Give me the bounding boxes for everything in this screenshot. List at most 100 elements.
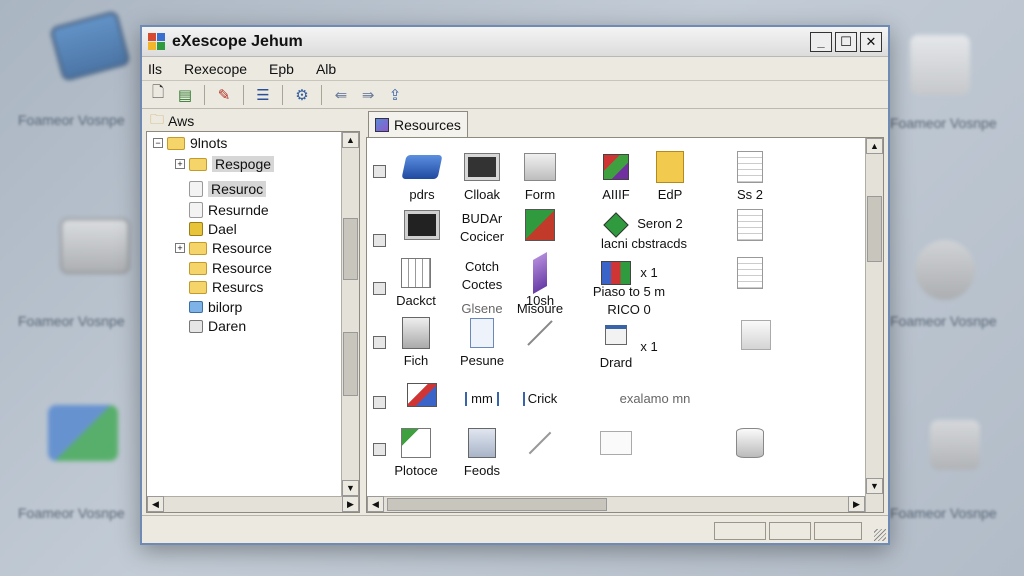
resource-tree[interactable]: − 9lnots + Respoge Resuroc Resurnde Dael…	[146, 131, 360, 513]
resource-label: Feods	[463, 463, 501, 478]
resource-item[interactable]: mm	[451, 388, 513, 406]
tree-pane-header: 🗀 Aws	[144, 111, 360, 131]
scroll-thumb[interactable]	[867, 196, 882, 262]
resource-item[interactable]: Fich	[385, 316, 447, 368]
resource-item[interactable]	[391, 378, 453, 412]
tools-icon[interactable]: ⚙	[290, 84, 314, 106]
tree-item[interactable]: + Respoge	[175, 156, 275, 172]
resource-item[interactable]	[585, 426, 647, 460]
scroll-up-button[interactable]: ▲	[866, 138, 883, 154]
tree-item[interactable]: + Resource	[175, 240, 272, 256]
status-pane	[769, 522, 811, 540]
scroll-right-button[interactable]: ▶	[342, 496, 359, 512]
tree-item[interactable]: Resuroc	[189, 181, 267, 197]
resource-item[interactable]	[719, 256, 781, 290]
resource-item[interactable]: Crick	[509, 388, 571, 406]
resource-item[interactable]: x 1	[629, 336, 669, 354]
resource-label: mm	[465, 392, 499, 406]
resource-item[interactable]: Feods	[451, 426, 513, 478]
resource-item[interactable]: AIIIF	[585, 150, 647, 202]
resource-item[interactable]: Cotch Coctes	[451, 256, 513, 292]
resource-item[interactable]: Plotoce	[385, 426, 447, 478]
scroll-down-button[interactable]: ▼	[342, 480, 359, 496]
resource-item[interactable]: x 1	[629, 262, 669, 280]
tree-item-root[interactable]: − 9lnots	[153, 135, 227, 151]
scroll-right-button[interactable]: ▶	[848, 496, 865, 512]
folder-up-icon: 🗀	[150, 111, 164, 127]
desktop-icon-cable[interactable]	[930, 420, 980, 470]
resource-item[interactable]: exalamo mn	[595, 388, 715, 406]
resource-item[interactable]: Seron 2	[625, 213, 695, 231]
desktop-label: Foameor Vosnpe	[18, 112, 125, 128]
menu-resource[interactable]: Rexecope	[184, 61, 247, 77]
resource-item[interactable]: pdrs	[391, 150, 453, 202]
scroll-thumb[interactable]	[387, 498, 607, 511]
forward-icon[interactable]: ⇛	[356, 84, 380, 106]
resource-item[interactable]: Ss 2	[719, 150, 781, 202]
save-icon[interactable]: ▤	[173, 84, 197, 106]
tab-resources[interactable]: Resources	[368, 111, 468, 137]
desktop-icon-shield[interactable]	[915, 240, 975, 300]
resource-grid[interactable]: pdrs Clloak Form AIIIF EdP Ss 2 BUDAr Co…	[366, 137, 884, 513]
menu-file[interactable]: Ils	[148, 61, 162, 77]
row-checkbox[interactable]	[373, 234, 386, 247]
tree-item[interactable]: Dael	[189, 221, 237, 237]
resource-item[interactable]: EdP	[639, 150, 701, 202]
resource-item[interactable]	[509, 208, 571, 242]
tree-item[interactable]: Resurcs	[189, 279, 263, 295]
new-doc-icon[interactable]: 🗋	[146, 84, 170, 106]
status-pane	[714, 522, 766, 540]
resource-item[interactable]: Glsene Pesune	[451, 298, 513, 368]
resources-horizontal-scrollbar[interactable]: ◀ ▶	[367, 496, 865, 512]
resize-grip-icon[interactable]	[874, 529, 886, 541]
menu-bar: Ils Rexecope Epb Alb	[142, 57, 888, 81]
resource-item[interactable]: Clloak	[451, 150, 513, 202]
resources-vertical-scrollbar[interactable]: ▲ ▼	[865, 138, 883, 512]
tree-item[interactable]: Resource	[189, 260, 272, 276]
desktop-icon-computer[interactable]	[60, 218, 130, 274]
resource-item[interactable]	[391, 208, 453, 242]
resource-item[interactable]: Form	[509, 150, 571, 202]
desktop-icon-monitor[interactable]	[48, 9, 132, 83]
title-bar[interactable]: eXescope Jehum _ ☐ ✕	[142, 27, 888, 57]
menu-edit[interactable]: Epb	[269, 61, 294, 77]
expand-icon[interactable]: +	[175, 243, 185, 253]
resource-item[interactable]	[719, 426, 781, 460]
scroll-thumb[interactable]	[343, 332, 358, 396]
resource-item[interactable]	[725, 318, 787, 352]
resource-item[interactable]: Piaso to 5 m RICO 0	[589, 281, 669, 317]
resource-item[interactable]	[509, 426, 571, 460]
tree-item[interactable]: Resurnde	[189, 202, 269, 218]
maximize-button[interactable]: ☐	[835, 31, 857, 52]
scroll-left-button[interactable]: ◀	[147, 496, 164, 512]
desktop-icon-package[interactable]	[910, 35, 970, 95]
collapse-icon[interactable]: −	[153, 138, 163, 148]
edit-icon[interactable]: ✎	[212, 84, 236, 106]
form-icon	[462, 316, 502, 350]
scroll-left-button[interactable]: ◀	[367, 496, 384, 512]
menu-help[interactable]: Alb	[316, 61, 336, 77]
row-checkbox[interactable]	[373, 165, 386, 178]
export-icon[interactable]: ⇪	[383, 84, 407, 106]
scroll-down-button[interactable]: ▼	[866, 478, 883, 494]
back-icon[interactable]: ⇚	[329, 84, 353, 106]
tree-horizontal-scrollbar[interactable]: ◀ ▶	[147, 496, 359, 512]
resource-item[interactable]	[719, 208, 781, 242]
scroll-up-button[interactable]: ▲	[342, 132, 359, 148]
tree-item[interactable]: Daren	[189, 318, 246, 334]
list-icon[interactable]: ☰	[251, 84, 275, 106]
desktop-icon-apps[interactable]	[48, 405, 118, 461]
folder-icon	[189, 280, 207, 294]
tree-vertical-scrollbar[interactable]: ▲ ▼	[341, 132, 359, 496]
resource-item[interactable]: BUDAr Cocicer	[451, 208, 513, 244]
close-button[interactable]: ✕	[860, 31, 882, 52]
minimize-button[interactable]: _	[810, 31, 832, 52]
resource-item[interactable]: Misoure	[509, 298, 571, 350]
expand-icon[interactable]: +	[175, 159, 185, 169]
scroll-thumb[interactable]	[343, 218, 358, 280]
resource-item[interactable]: Dackct	[385, 256, 447, 308]
tree-item[interactable]: bilorp	[189, 299, 242, 315]
tree-item-label: Resuroc	[208, 181, 267, 197]
row-checkbox[interactable]	[373, 396, 386, 409]
resource-item[interactable]: lacni cbstracds	[589, 233, 699, 251]
